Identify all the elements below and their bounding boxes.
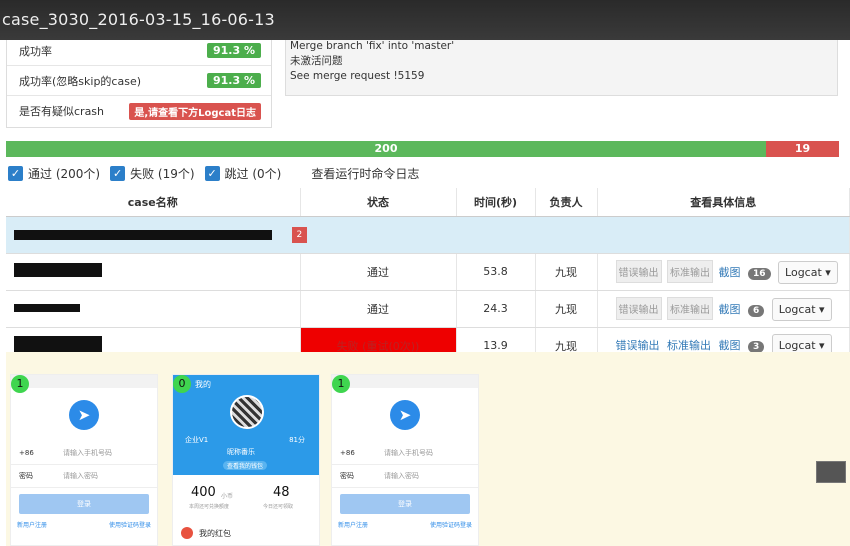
std-output-button[interactable]: 标准输出 [667, 259, 713, 283]
app-logo-icon: ➤ [390, 400, 420, 430]
screenshot-thumbnail[interactable]: 1 ➤ +86 请输入手机号码 密码 请输入密码 登录 新用户注册 使用验证码登录 [10, 374, 158, 546]
status-cell: 通过 [300, 290, 457, 328]
filter-skip-checkbox[interactable]: ✓ 跳过 (0个) [204, 165, 282, 182]
owner-cell: 九现 [535, 253, 598, 291]
error-output-button[interactable]: 错误输出 [615, 296, 662, 320]
time-cell: 53.8 [456, 253, 536, 291]
filter-label: 失败 (19个) [130, 166, 195, 181]
redacted-group-name [14, 229, 272, 240]
redpacket-icon [181, 527, 193, 539]
redacted-case-name [14, 336, 102, 352]
password-field: 密码 请输入密码 [11, 465, 157, 488]
table-row: 通过 53.8 九现 错误输出 标准输出 截图 16 Logcat ▾ [6, 253, 850, 291]
table-row: 通过 24.3 九现 错误输出 标准输出 截图 6 Logcat ▾ [6, 290, 850, 328]
check-icon: ✓ [204, 165, 220, 181]
screenshot-thumbnail[interactable]: 1 ➤ +86 请输入手机号码 密码 请输入密码 登录 新用户注册 使用验证码登录 [331, 374, 479, 546]
stat-label: 成功率 [19, 44, 52, 58]
caret-down-icon: ▾ [819, 339, 825, 352]
filter-pass-checkbox[interactable]: ✓ 通过 (200个) [8, 165, 100, 182]
screenshot-link[interactable]: 截图 [719, 339, 741, 352]
window-title: case_3030_2016-03-15_16-06-13 [0, 0, 850, 40]
screenshot-link[interactable]: 截图 [719, 266, 741, 279]
logcat-label: Logcat [778, 302, 816, 316]
login-button: 登录 [340, 494, 470, 514]
commit-line: Merge branch 'fix' into 'master' [290, 40, 455, 52]
screenshot-count-badge: 16 [748, 267, 771, 280]
screenshot-thumbnail[interactable]: 0 我的 企业V1 81分 昵称番乐 查看我的钱包 400 小币 本周还可兑换额… [172, 374, 320, 546]
group-row[interactable]: 2 [6, 216, 850, 254]
screenshot-count-badge: 6 [748, 304, 765, 317]
screenshot-index-badge: 1 [11, 375, 29, 393]
group-fail-count-badge: 2 [291, 226, 308, 243]
screenshot-link[interactable]: 截图 [719, 303, 741, 316]
profile-header: 我的 企业V1 81分 昵称番乐 查看我的钱包 [173, 375, 319, 475]
app-logo-icon: ➤ [69, 400, 99, 430]
std-output-link[interactable]: 标准输出 [667, 339, 711, 352]
stat-label: 成功率(忽略skip的case) [19, 74, 142, 88]
col-header-owner: 负责人 [535, 188, 598, 217]
side-toggle-button[interactable] [816, 461, 846, 483]
check-icon: ✓ [110, 165, 126, 181]
error-output-button[interactable]: 错误输出 [615, 259, 662, 283]
logcat-label: Logcat [785, 265, 822, 279]
logcat-dropdown[interactable]: Logcat ▾ [778, 260, 838, 284]
caret-down-icon: ▾ [825, 265, 831, 279]
caret-down-icon: ▾ [819, 302, 825, 316]
screenshot-index-badge: 0 [173, 375, 191, 393]
commit-line: 未激活问题 [290, 55, 343, 67]
phone-field: +86 请输入手机号码 [332, 442, 478, 465]
filter-fail-checkbox[interactable]: ✓ 失败 (19个) [110, 165, 195, 182]
logcat-dropdown[interactable]: Logcat ▾ [771, 297, 832, 321]
col-header-time: 时间(秒) [456, 188, 536, 217]
col-header-status: 状态 [300, 188, 457, 217]
screenshot-gallery: 1 ➤ +86 请输入手机号码 密码 请输入密码 登录 新用户注册 使用验证码登录 0… [6, 352, 850, 546]
password-field: 密码 请输入密码 [332, 465, 478, 488]
progress-fail: 19 [766, 141, 839, 157]
owner-cell: 九现 [535, 290, 598, 328]
result-progress-bar: 200 19 [6, 141, 839, 157]
commit-line: See merge request !5159 [290, 70, 425, 82]
phone-field: +86 请输入手机号码 [11, 442, 157, 465]
stat-value-badge: 91.3 % [207, 73, 261, 88]
filter-label: 通过 (200个) [28, 166, 101, 181]
std-output-button[interactable]: 标准输出 [667, 296, 713, 320]
crash-badge: 是,请查看下方Logcat日志 [129, 102, 261, 120]
stat-value-badge: 91.3 % [207, 43, 261, 58]
progress-pass: 200 [6, 141, 766, 157]
login-button: 登录 [19, 494, 149, 514]
screenshot-index-badge: 1 [332, 375, 350, 393]
filter-bar: ✓ 通过 (200个) ✓ 失败 (19个) ✓ 跳过 (0个) 查看运行时命令… [8, 164, 419, 182]
avatar [230, 395, 264, 429]
redacted-case-name [14, 304, 80, 312]
stat-success-rate: 成功率 91.3 % [7, 36, 271, 66]
stat-label: 是否有疑似crash [19, 105, 105, 118]
check-icon: ✓ [8, 165, 23, 181]
cmd-log-link[interactable]: 查看运行时命令日志 [311, 165, 419, 182]
redacted-case-name [14, 263, 102, 277]
redpacket-item: 我的红包 [181, 527, 231, 539]
col-header-case: case名称 [6, 188, 301, 217]
results-table: case名称 状态 时间(秒) 负责人 查看具体信息 2 通过 53.8 九现 … [6, 188, 850, 365]
commit-message: Merge branch 'fix' into 'master' 未激活问题 S… [285, 36, 838, 96]
error-output-link[interactable]: 错误输出 [616, 339, 660, 352]
time-cell: 24.3 [456, 290, 536, 328]
status-cell: 通过 [300, 253, 457, 291]
stat-crash: 是否有疑似crash 是,请查看下方Logcat日志 [7, 96, 271, 126]
filter-label: 跳过 (0个) [224, 166, 282, 181]
logcat-label: Logcat [778, 339, 816, 352]
stats-panel: 成功率 91.3 % 成功率(忽略skip的case) 91.3 % 是否有疑似… [6, 36, 272, 128]
col-header-details: 查看具体信息 [597, 188, 850, 217]
stat-success-rate-skip: 成功率(忽略skip的case) 91.3 % [7, 66, 271, 96]
